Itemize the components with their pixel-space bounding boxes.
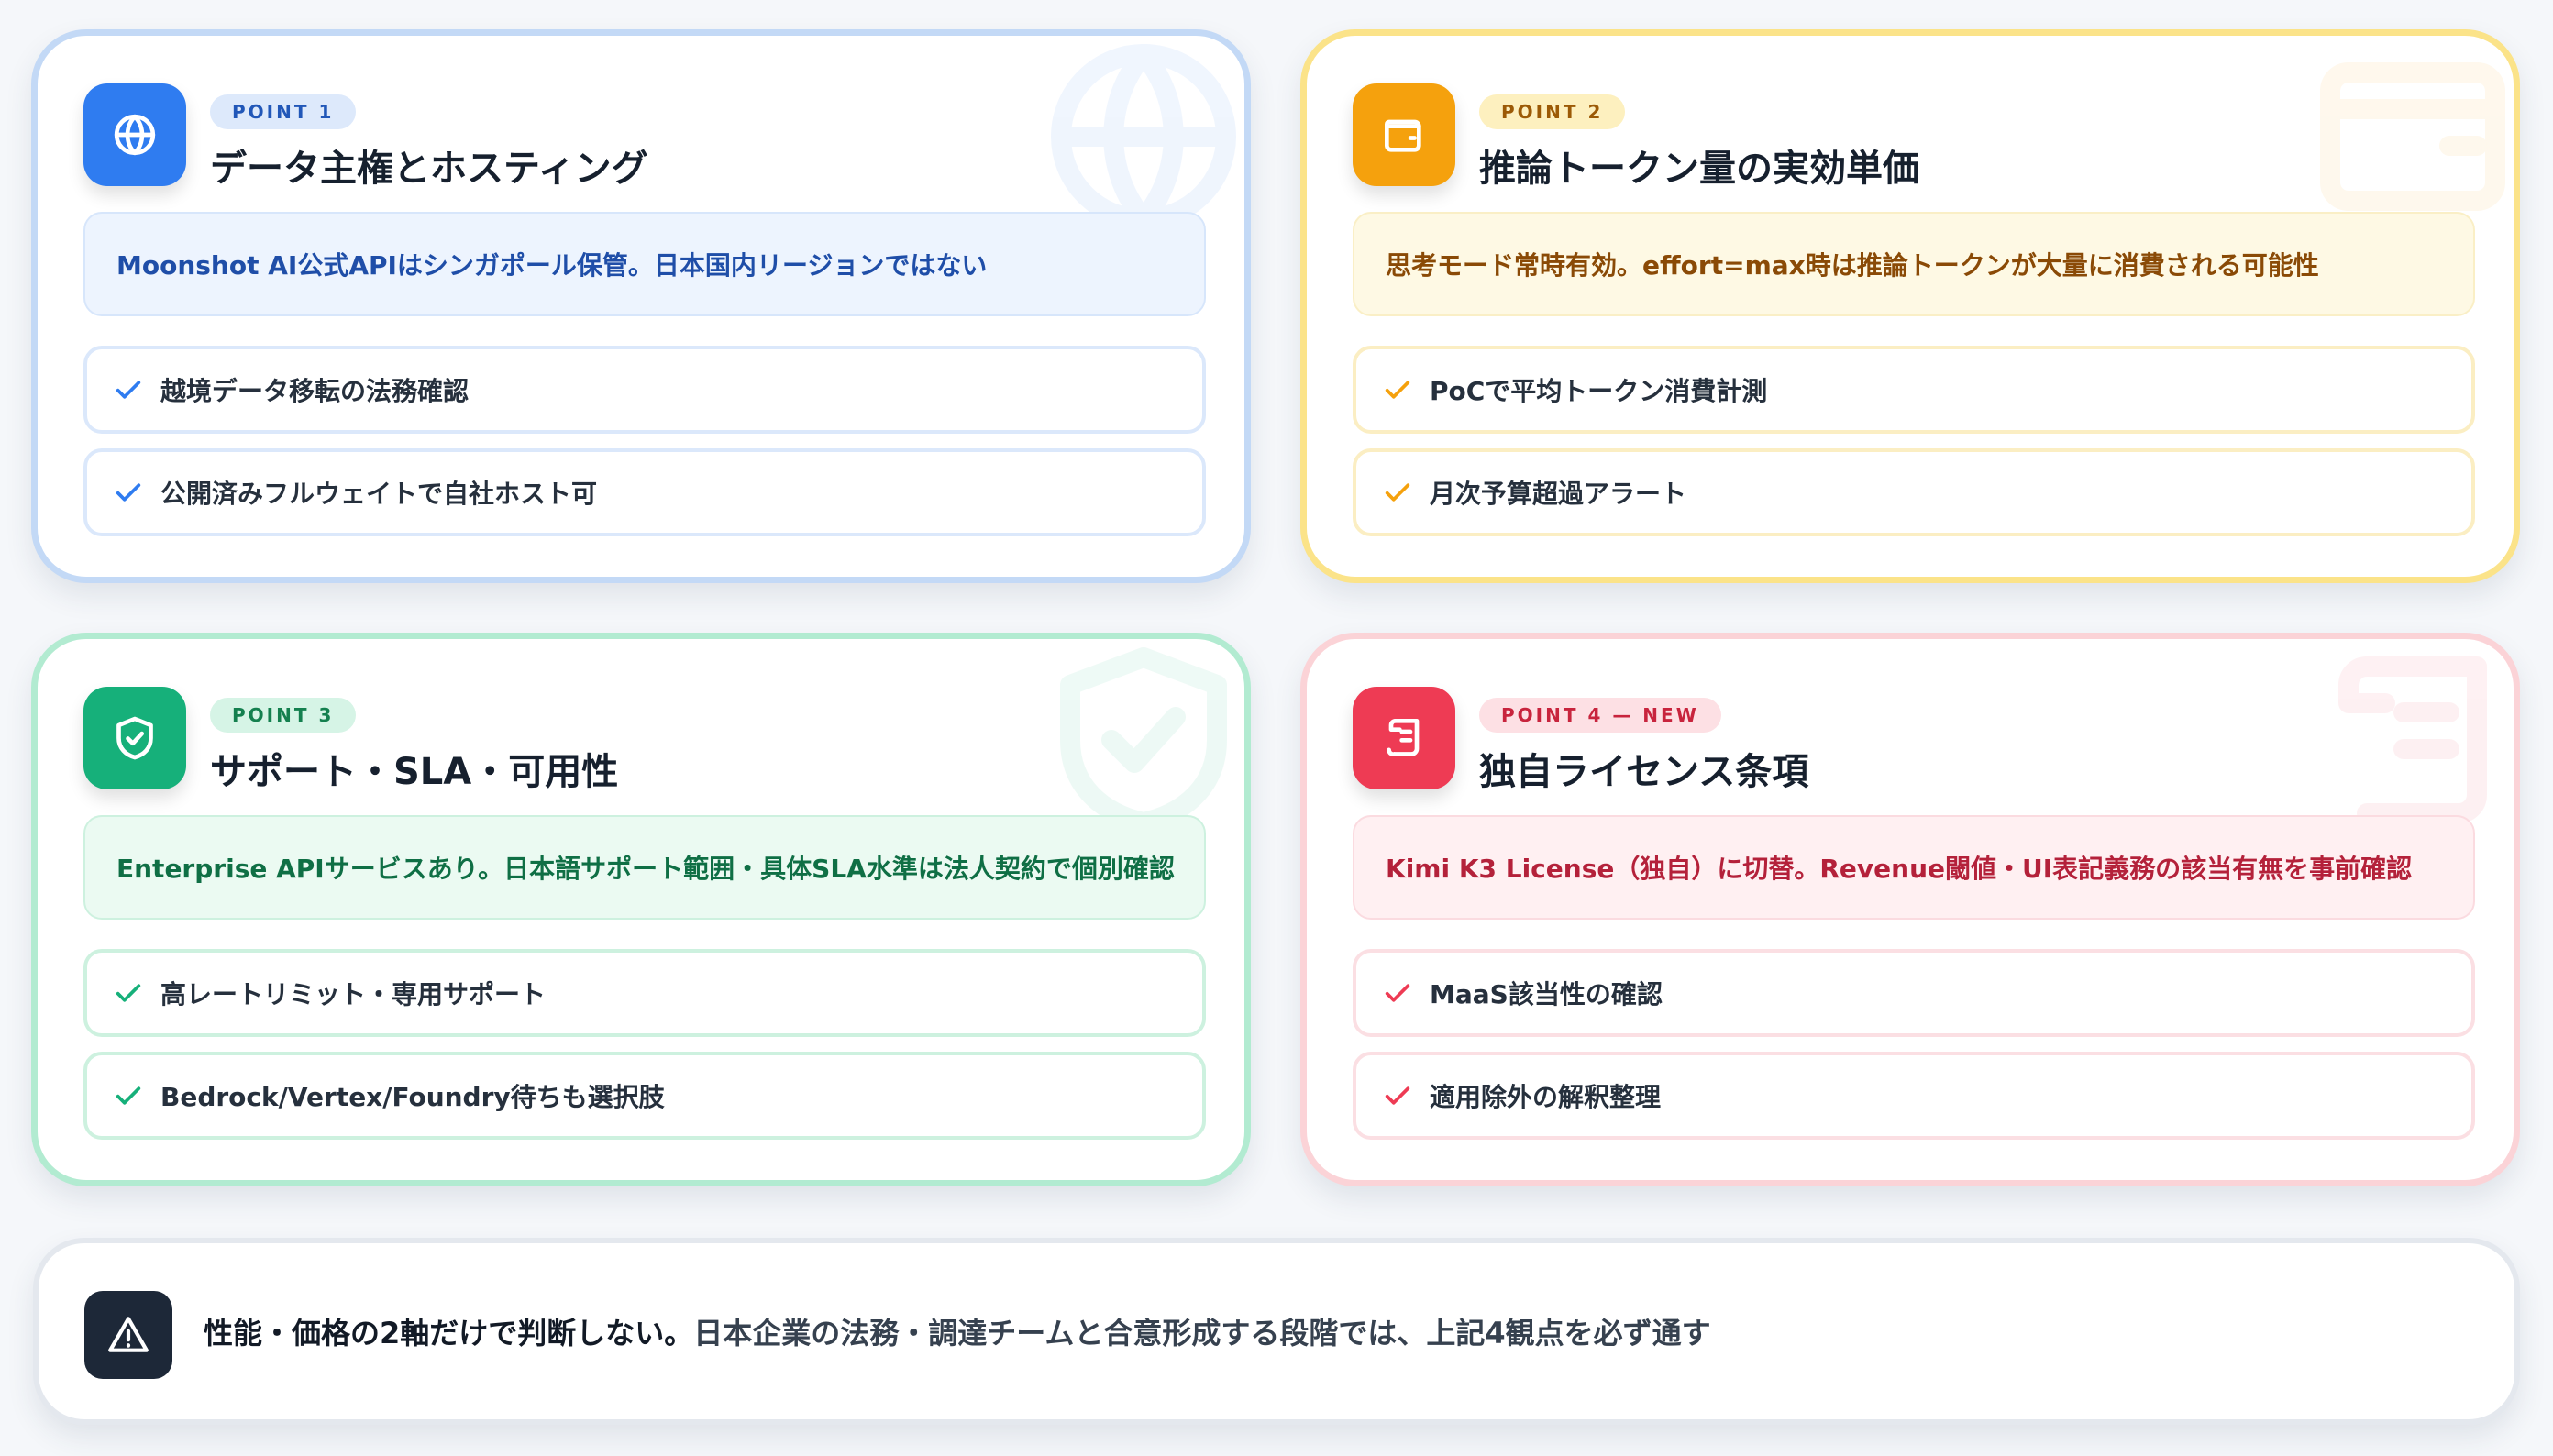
shield-check-icon bbox=[83, 687, 186, 789]
point-card-2: POINT 2 推論トークン量の実効単価 思考モード常時有効。effort=ma… bbox=[1300, 29, 2520, 583]
checklist-item: PoCで平均トークン消費計測 bbox=[1353, 346, 2475, 434]
highlight-note: Kimi K3 License（独自）に切替。Revenue閾値・UI表記義務の… bbox=[1353, 815, 2475, 920]
wallet-icon bbox=[1353, 83, 1455, 186]
checklist-item: 適用除外の解釈整理 bbox=[1353, 1052, 2475, 1140]
checklist-item: 月次予算超過アラート bbox=[1353, 448, 2475, 536]
highlight-note: 思考モード常時有効。effort=max時は推論トークンが大量に消費される可能性 bbox=[1353, 212, 2475, 316]
check-icon bbox=[113, 1080, 144, 1111]
checklist-item-label: 公開済みフルウェイトで自社ホスト可 bbox=[160, 479, 598, 509]
point-badge: POINT 4 — NEW bbox=[1479, 698, 1721, 733]
checklist-item: 高レートリミット・専用サポート bbox=[83, 949, 1206, 1037]
card-title: データ主権とホスティング bbox=[210, 148, 648, 190]
license-scroll-icon bbox=[1353, 687, 1455, 789]
checklist-item: 越境データ移転の法務確認 bbox=[83, 346, 1206, 434]
point-card-3: POINT 3 サポート・SLA・可用性 Enterprise APIサービスあ… bbox=[31, 633, 1251, 1186]
card-title: サポート・SLA・可用性 bbox=[210, 751, 619, 793]
highlight-note: Enterprise APIサービスあり。日本語サポート範囲・具体SLA水準は法… bbox=[83, 815, 1206, 920]
point-badge: POINT 2 bbox=[1479, 94, 1626, 129]
summary-text: 性能・価格の2軸だけで判断しない。 日本企業の法務・調達チームと合意形成する段階… bbox=[204, 1243, 1711, 1419]
point-card-1: POINT 1 データ主権とホスティング Moonshot AI公式APIはシン… bbox=[31, 29, 1251, 583]
warning-icon bbox=[84, 1291, 172, 1379]
globe-icon bbox=[83, 83, 186, 186]
checklist-item-label: MaaS該当性の確認 bbox=[1430, 979, 1663, 1009]
point-card-4: POINT 4 — NEW 独自ライセンス条項 Kimi K3 License（… bbox=[1300, 633, 2520, 1186]
check-icon bbox=[113, 977, 144, 1009]
check-icon bbox=[113, 477, 144, 508]
checklist-item-label: 越境データ移転の法務確認 bbox=[160, 376, 470, 406]
checklist-item-label: 適用除外の解釈整理 bbox=[1430, 1082, 1662, 1112]
checklist-item-label: 月次予算超過アラート bbox=[1430, 479, 1687, 509]
card-title: 独自ライセンス条項 bbox=[1479, 751, 1809, 793]
check-icon bbox=[1382, 1080, 1413, 1111]
checklist-item: Bedrock/Vertex/Foundry待ちも選択肢 bbox=[83, 1052, 1206, 1140]
check-icon bbox=[1382, 477, 1413, 508]
card-title: 推論トークン量の実効単価 bbox=[1479, 148, 1919, 190]
checklist-item: MaaS該当性の確認 bbox=[1353, 949, 2475, 1037]
summary-emphasis: 性能・価格の2軸だけで判断しない。 bbox=[204, 1316, 694, 1351]
point-badge: POINT 3 bbox=[210, 698, 357, 733]
checklist-item-label: 高レートリミット・専用サポート bbox=[160, 979, 547, 1009]
check-icon bbox=[1382, 977, 1413, 1009]
checklist-item: 公開済みフルウェイトで自社ホスト可 bbox=[83, 448, 1206, 536]
checklist-item-label: PoCで平均トークン消費計測 bbox=[1430, 376, 1768, 406]
point-badge: POINT 1 bbox=[210, 94, 357, 129]
summary-detail: 日本企業の法務・調達チームと合意形成する段階では、上記4観点を必ず通す bbox=[693, 1316, 1711, 1351]
check-icon bbox=[1382, 374, 1413, 405]
checklist-item-label: Bedrock/Vertex/Foundry待ちも選択肢 bbox=[160, 1082, 665, 1112]
summary-banner: 性能・価格の2軸だけで判断しない。 日本企業の法務・調達チームと合意形成する段階… bbox=[33, 1238, 2520, 1425]
check-icon bbox=[113, 374, 144, 405]
highlight-note: Moonshot AI公式APIはシンガポール保管。日本国内リージョンではない bbox=[83, 212, 1206, 316]
